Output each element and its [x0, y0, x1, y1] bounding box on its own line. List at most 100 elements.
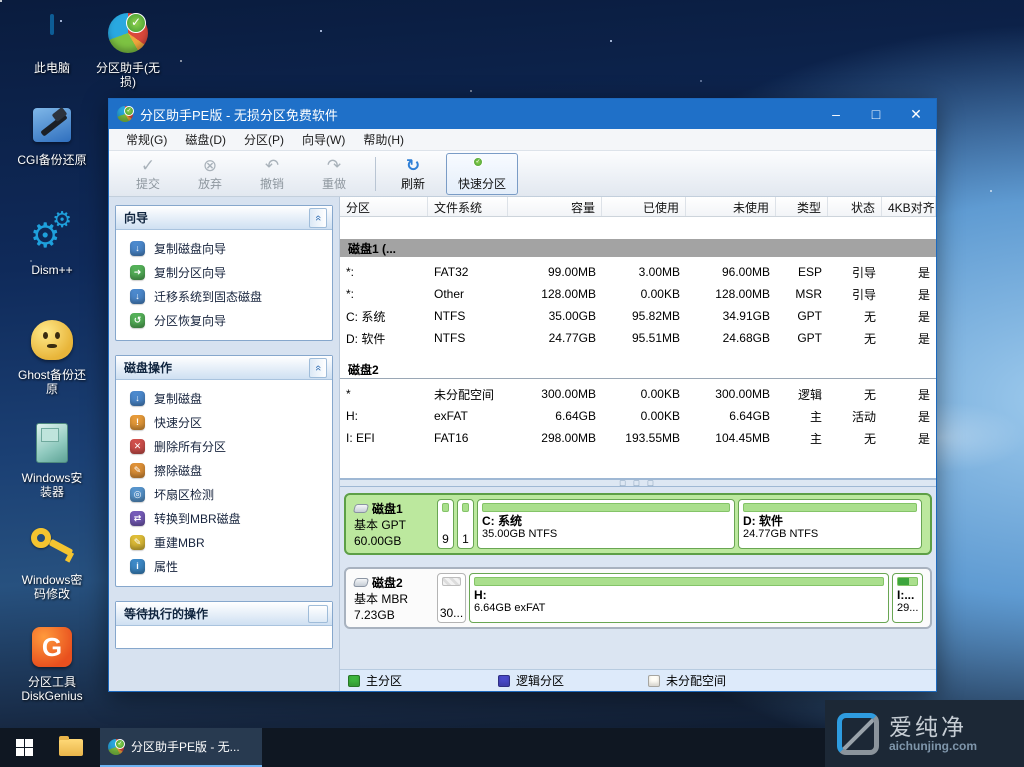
column-header-4[interactable]: 未使用 [686, 197, 776, 216]
maximize-button[interactable]: □ [856, 99, 896, 129]
sidebar-item-转换到MBR磁盘[interactable]: ⇄转换到MBR磁盘 [120, 506, 328, 530]
toolbar-button-redo[interactable]: ↷重做 [305, 153, 363, 195]
sidebar-item-重建MBR[interactable]: ✎重建MBR [120, 530, 328, 554]
sidebar-item-删除所有分区[interactable]: ✕删除所有分区 [120, 434, 328, 458]
sidebar-item-label: 分区恢复向导 [154, 312, 226, 329]
legend-swatch [498, 675, 510, 687]
cell-类型: GPT [776, 331, 828, 345]
desktop-icon-ghost-backup[interactable]: Ghost备份还 原 [6, 315, 98, 396]
sidebar-item-分区恢复向导[interactable]: ↺分区恢复向导 [120, 308, 328, 332]
cell-分区: * [340, 387, 428, 401]
partition-block-30...[interactable]: 30... [437, 573, 466, 623]
partition-block-D: 软件[interactable]: D: 软件24.77GB NTFS [738, 499, 922, 549]
toolbar-button-commit[interactable]: ✓提交 [119, 153, 177, 195]
partition-row[interactable]: C: 系统NTFS35.00GB95.82MB34.91GBGPT无是 [340, 305, 936, 327]
menu-item-0[interactable]: 常规(G) [117, 129, 176, 150]
cell-分区: *: [340, 287, 428, 301]
partition-usage-bar [442, 503, 449, 512]
column-header-0[interactable]: 分区 [340, 197, 428, 216]
collapse-chevron-icon[interactable] [308, 605, 328, 623]
disk-group-header-1[interactable]: 磁盘2 [340, 361, 936, 379]
partition-label: I:... [897, 588, 918, 602]
toolbar-button-label: 快速分区 [458, 177, 506, 191]
sidebar-item-label: 快速分区 [154, 414, 202, 431]
disk-map-row-1[interactable]: 磁盘1基本 GPT60.00GB91C: 系统35.00GB NTFSD: 软件… [344, 493, 932, 555]
partition-row[interactable]: *未分配空间300.00MB0.00KB300.00MB逻辑无是 [340, 383, 936, 405]
sidebar-item-擦除磁盘[interactable]: ✎擦除磁盘 [120, 458, 328, 482]
titlebar[interactable]: 分区助手PE版 - 无损分区免费软件 – □ ✕ [109, 99, 936, 129]
partition-row[interactable]: H:exFAT6.64GB0.00KB6.64GB主活动是 [340, 405, 936, 427]
legend-label: 主分区 [366, 672, 402, 689]
close-button[interactable]: ✕ [896, 99, 936, 129]
diskgenius-icon: G [6, 622, 98, 672]
cell-4KB对齐: 是 [882, 408, 936, 425]
menubar: 常规(G)磁盘(D)分区(P)向导(W)帮助(H) [109, 129, 936, 151]
sidebar-item-坏扇区检测[interactable]: ◎坏扇区检测 [120, 482, 328, 506]
sidebar-item-复制磁盘向导[interactable]: ↓复制磁盘向导 [120, 236, 328, 260]
disk-group-title: 磁盘2 [348, 361, 379, 378]
sidebar-item-属性[interactable]: i属性 [120, 554, 328, 578]
desktop-icon-diskgenius[interactable]: G分区工具 DiskGenius [6, 622, 98, 703]
toolbar-separator [375, 157, 376, 191]
menu-item-3[interactable]: 向导(W) [293, 129, 354, 150]
column-header-5[interactable]: 类型 [776, 197, 828, 216]
partition-usage-bar [462, 503, 469, 512]
partition-block-H:[interactable]: H:6.64GB exFAT [469, 573, 889, 623]
disk-map-row-2[interactable]: 磁盘2基本 MBR7.23GB30...H:6.64GB exFATI:...2… [344, 567, 932, 629]
column-header-3[interactable]: 已使用 [602, 197, 686, 216]
start-button[interactable] [0, 728, 48, 767]
sidebar-panel-header: 磁盘操作« [116, 356, 332, 380]
partition-block-9[interactable]: 9 [437, 499, 454, 549]
cell-类型: ESP [776, 265, 828, 279]
table-header[interactable]: 分区文件系统容量已使用未使用类型状态4KB对齐 [340, 197, 936, 217]
column-header-1[interactable]: 文件系统 [428, 197, 508, 216]
cell-类型: GPT [776, 309, 828, 323]
splitter-handle[interactable]: □ □ □ [340, 479, 936, 487]
taskbar-app-button[interactable]: 分区助手PE版 - 无... [100, 728, 262, 767]
sidebar-panel-1: 磁盘操作« ↓复制磁盘! 快速分区 ✕删除所有分区✎擦除磁盘◎坏扇区检测⇄转换到MBR… [115, 355, 333, 587]
partition-block-1[interactable]: 1 [457, 499, 474, 549]
cell-类型: MSR [776, 287, 828, 301]
sidebar-item-迁移系统到固态磁盘[interactable]: ↓迁移系统到固态磁盘 [120, 284, 328, 308]
collapse-chevron-icon[interactable]: « [309, 358, 327, 378]
file-explorer-button[interactable] [48, 728, 94, 767]
partition-row[interactable]: I: EFIFAT16298.00MB193.55MB104.45MB主无是 [340, 427, 936, 449]
desktop-icon-windows-installer[interactable]: Windows安 装器 [6, 418, 98, 499]
cell-未使用: 104.45MB [686, 431, 776, 445]
menu-item-4[interactable]: 帮助(H) [354, 129, 413, 150]
sidebar-item-复制分区向导[interactable]: ➜复制分区向导 [120, 260, 328, 284]
legend-item-0: 主分区 [348, 672, 490, 689]
partition-block-C: 系统[interactable]: C: 系统35.00GB NTFS [477, 499, 735, 549]
column-header-2[interactable]: 容量 [508, 197, 602, 216]
legend-bar: 主分区逻辑分区未分配空间 [340, 669, 936, 691]
sidebar-item-快速分区[interactable]: ! 快速分区 [120, 410, 328, 434]
sidebar-item-icon: ! [130, 415, 145, 430]
legend-item-2: 未分配空间 [648, 672, 790, 689]
partition-row[interactable]: *:Other128.00MB0.00KB128.00MBMSR引导是 [340, 283, 936, 305]
menu-item-2[interactable]: 分区(P) [235, 129, 293, 150]
wallpaper-stars [0, 0, 2, 2]
partition-block-I:...[interactable]: I:...29... [892, 573, 923, 623]
collapse-chevron-icon[interactable]: « [309, 208, 327, 228]
toolbar-button-undo[interactable]: ↶撤销 [243, 153, 301, 195]
partition-row[interactable]: *:FAT3299.00MB3.00MB96.00MBESP引导是 [340, 261, 936, 283]
sidebar-panel-body: ↓复制磁盘向导➜复制分区向导↓迁移系统到固态磁盘↺分区恢复向导 [116, 230, 332, 340]
disk-group-header-0[interactable]: 磁盘1 (... [340, 239, 936, 257]
sidebar-item-label: 迁移系统到固态磁盘 [154, 288, 262, 305]
column-header-6[interactable]: 状态 [828, 197, 882, 216]
partition-row[interactable]: D: 软件NTFS24.77GB95.51MB24.68GBGPT无是 [340, 327, 936, 349]
desktop-icon-password-key[interactable]: Windows密 码修改 [6, 520, 98, 601]
disk-name: 磁盘2 [372, 576, 403, 590]
refresh-icon: ↻ [406, 157, 420, 177]
toolbar-button-refresh[interactable]: ↻刷新 [384, 153, 442, 195]
menu-item-1[interactable]: 磁盘(D) [176, 129, 235, 150]
toolbar-button-quick-partition[interactable]: 快速分区 [446, 153, 518, 195]
disk-meta: 基本 GPT [354, 517, 434, 533]
column-header-7[interactable]: 4KB对齐 [882, 197, 936, 216]
desktop-icon-dism[interactable]: ⚙⚙Dism++ [6, 210, 98, 277]
desktop-icon-partition-assistant[interactable]: 分区助手(无 损) [82, 8, 174, 89]
minimize-button[interactable]: – [816, 99, 856, 129]
desktop-icon-cgi-backup[interactable]: CGI备份还原 [6, 100, 98, 167]
toolbar-button-discard[interactable]: ⊗放弃 [181, 153, 239, 195]
sidebar-item-复制磁盘[interactable]: ↓复制磁盘 [120, 386, 328, 410]
